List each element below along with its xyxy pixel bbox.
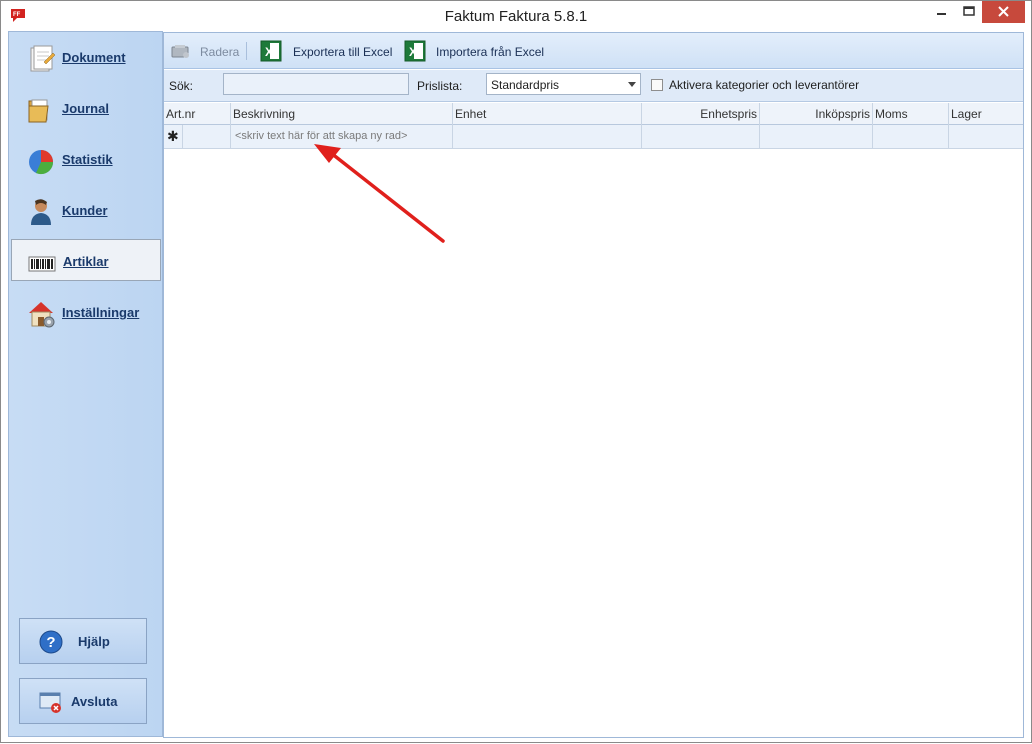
minimize-icon: [937, 13, 946, 15]
pricelist-select[interactable]: Standardpris: [486, 73, 641, 95]
grid-header: Art.nr Beskrivning Enhet Enhetspris Inkö…: [164, 103, 1023, 125]
export-excel-button[interactable]: X Exportera till Excel: [260, 40, 393, 62]
pricelist-label: Prislista:: [417, 79, 463, 93]
maximize-button[interactable]: [956, 1, 982, 23]
import-excel-button[interactable]: X Importera från Excel: [404, 40, 544, 62]
sidebar-item-installningar[interactable]: Inställningar: [9, 291, 162, 333]
search-label: Sök:: [169, 79, 194, 93]
column-header-lager[interactable]: Lager: [949, 103, 1023, 125]
categories-label: Aktivera kategorier och leverantörer: [669, 78, 860, 92]
main-panel: Radera X Exportera till Excel X Importer…: [163, 32, 1024, 738]
help-button[interactable]: ? Hjälp: [19, 618, 147, 664]
chevron-down-icon: [628, 82, 636, 87]
excel-import-icon: X: [404, 40, 426, 62]
window-title: Faktum Faktura 5.8.1: [444, 8, 588, 25]
asterisk-icon: ✱: [167, 128, 179, 144]
minimize-button[interactable]: [926, 1, 956, 23]
sidebar-item-dokument[interactable]: Dokument: [9, 36, 162, 78]
exit-label: Avsluta: [71, 694, 118, 709]
sidebar-item-journal[interactable]: Journal: [9, 87, 162, 129]
excel-export-icon: X: [260, 40, 282, 62]
sidebar-item-kunder[interactable]: Kunder: [9, 189, 162, 231]
svg-text:X: X: [409, 45, 417, 59]
sidebar-item-label: Statistik: [62, 152, 113, 167]
title-bar: FF Faktum Faktura 5.8.1: [1, 1, 1031, 31]
barcode-icon: [28, 256, 56, 272]
close-icon: [998, 6, 1009, 17]
maximize-icon: [963, 6, 975, 16]
exit-button[interactable]: Avsluta: [19, 678, 147, 724]
delete-button[interactable]: Radera: [170, 40, 240, 62]
folder-icon: [28, 99, 49, 123]
sidebar: Dokument Journal Statistik Kunder Artikl…: [8, 31, 163, 737]
toolbar: Radera X Exportera till Excel X Importer…: [164, 33, 1023, 69]
export-label: Exportera till Excel: [293, 45, 393, 59]
cell-moms[interactable]: [873, 125, 949, 148]
sidebar-item-label: Dokument: [62, 50, 126, 65]
new-row-hint: <skriv text här för att skapa ny rad>: [235, 130, 408, 142]
column-header-beskrivning[interactable]: Beskrivning: [231, 103, 453, 125]
column-header-inkopspris[interactable]: Inköpspris: [760, 103, 873, 125]
sidebar-item-statistik[interactable]: Statistik: [9, 138, 162, 180]
cell-beskrivning[interactable]: <skriv text här för att skapa ny rad>: [231, 125, 453, 148]
close-button[interactable]: [982, 1, 1025, 23]
categories-checkbox[interactable]: [651, 79, 663, 91]
svg-text:?: ?: [46, 634, 55, 651]
new-row[interactable]: ✱ <skriv text här för att skapa ny rad>: [164, 125, 1023, 149]
sidebar-item-label: Kunder: [62, 203, 108, 218]
column-header-artnr[interactable]: Art.nr: [164, 103, 231, 125]
cell-inkopspris[interactable]: [760, 125, 873, 148]
document-icon: [30, 45, 56, 72]
column-header-enhet[interactable]: Enhet: [453, 103, 642, 125]
help-icon: ?: [39, 630, 63, 654]
pricelist-value: Standardpris: [491, 78, 560, 92]
exit-icon: [39, 692, 61, 713]
row-indicator: ✱: [164, 125, 183, 148]
app-window: FF Faktum Faktura 5.8.1 Dokument Journal…: [0, 0, 1032, 743]
column-header-enhetspris[interactable]: Enhetspris: [642, 103, 760, 125]
pie-chart-icon: [29, 150, 54, 175]
sidebar-item-label: Journal: [62, 101, 109, 116]
help-label: Hjälp: [78, 634, 110, 649]
svg-text:X: X: [265, 45, 273, 59]
filter-bar: Sök: Prislista: Standardpris Aktivera ka…: [164, 70, 1023, 102]
import-label: Importera från Excel: [436, 45, 545, 59]
sidebar-item-artiklar[interactable]: Artiklar: [11, 239, 161, 281]
cell-lager[interactable]: [949, 125, 1023, 148]
search-input[interactable]: [223, 73, 409, 95]
column-header-moms[interactable]: Moms: [873, 103, 949, 125]
toolbar-separator: [246, 42, 247, 60]
cell-artnr[interactable]: [183, 125, 231, 148]
delete-icon: [171, 45, 189, 58]
delete-label: Radera: [200, 45, 240, 59]
cell-enhetspris[interactable]: [642, 125, 760, 148]
house-settings-icon: [29, 302, 55, 328]
person-icon: [31, 199, 51, 225]
sidebar-item-label: Inställningar: [62, 305, 140, 320]
sidebar-item-label: Artiklar: [63, 254, 109, 269]
cell-enhet[interactable]: [453, 125, 642, 148]
